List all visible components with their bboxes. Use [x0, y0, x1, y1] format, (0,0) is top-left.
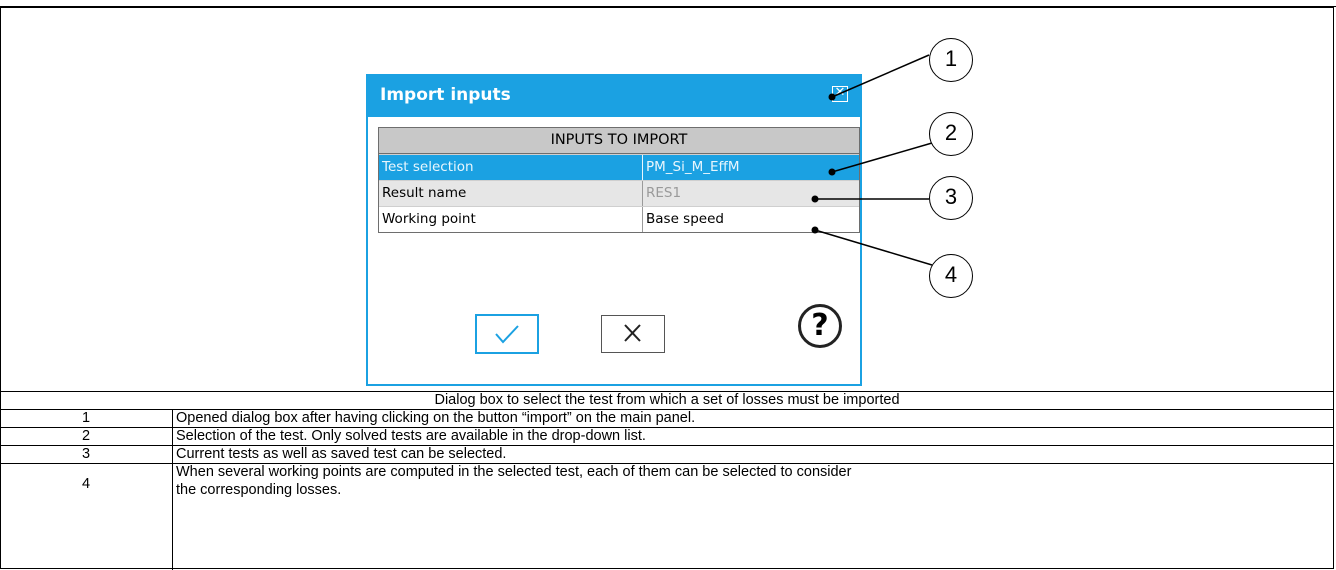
- caption-text: Current tests as well as saved test can …: [176, 446, 507, 462]
- caption-row-1: 1 Opened dialog box after having clickin…: [0, 409, 1334, 428]
- caption-num: 2: [81, 428, 91, 444]
- caption-row-2: 2 Selection of the test. Only solved tes…: [0, 427, 1334, 446]
- callout-1: 1: [929, 38, 973, 82]
- caption-row-4-content: 4 When several working points are comput…: [0, 463, 1334, 569]
- caption-text: Selection of the test. Only solved tests…: [176, 428, 646, 444]
- callout-4: 4: [929, 254, 973, 298]
- figure-page: Import inputs ✕ INPUTS TO IMPORT Test se…: [0, 0, 1336, 570]
- caption-title-row: Dialog box to select the test from which…: [0, 392, 1334, 410]
- caption-title: Dialog box to select the test from which…: [434, 392, 900, 408]
- callout-2: 2: [929, 112, 973, 156]
- callout-3: 3: [929, 176, 973, 220]
- caption-num: 1: [81, 410, 91, 426]
- caption-text-4-line1: When several working points are computed…: [176, 464, 852, 480]
- caption-text-4-line2: the corresponding losses.: [176, 482, 342, 498]
- caption-num: 3: [81, 446, 91, 462]
- caption-text: Opened dialog box after having clicking …: [176, 410, 696, 426]
- caption-num-4: 4: [81, 476, 91, 492]
- caption-row-3: 3 Current tests as well as saved test ca…: [0, 445, 1334, 464]
